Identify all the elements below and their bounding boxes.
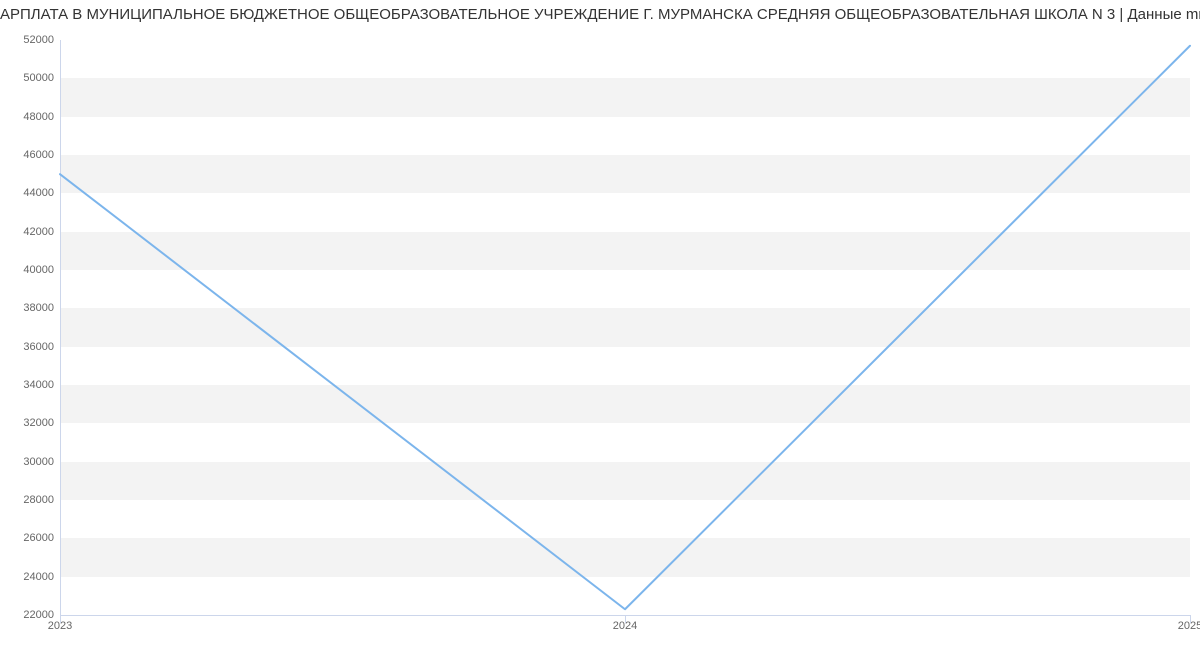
y-tick-label: 34000: [23, 379, 54, 391]
y-tick-label: 48000: [23, 111, 54, 123]
y-tick-label: 28000: [23, 494, 54, 506]
y-tick-label: 42000: [23, 226, 54, 238]
line-layer: [60, 40, 1190, 615]
y-tick-label: 30000: [23, 456, 54, 468]
chart-title: АРПЛАТА В МУНИЦИПАЛЬНОЕ БЮДЖЕТНОЕ ОБЩЕОБ…: [0, 6, 1200, 23]
x-tick-mark: [60, 615, 61, 623]
chart-container: АРПЛАТА В МУНИЦИПАЛЬНОЕ БЮДЖЕТНОЕ ОБЩЕОБ…: [0, 0, 1200, 650]
y-tick-label: 52000: [23, 34, 54, 46]
x-tick-mark: [1190, 615, 1191, 623]
y-tick-label: 38000: [23, 302, 54, 314]
y-tick-label: 44000: [23, 187, 54, 199]
y-tick-label: 46000: [23, 149, 54, 161]
y-tick-label: 50000: [23, 72, 54, 84]
y-tick-label: 40000: [23, 264, 54, 276]
y-tick-label: 32000: [23, 417, 54, 429]
y-tick-label: 24000: [23, 571, 54, 583]
x-tick-mark: [625, 615, 626, 623]
x-tick-label: 2025: [1178, 620, 1200, 632]
series-line: [60, 46, 1190, 610]
y-tick-label: 36000: [23, 341, 54, 353]
y-tick-label: 26000: [23, 532, 54, 544]
